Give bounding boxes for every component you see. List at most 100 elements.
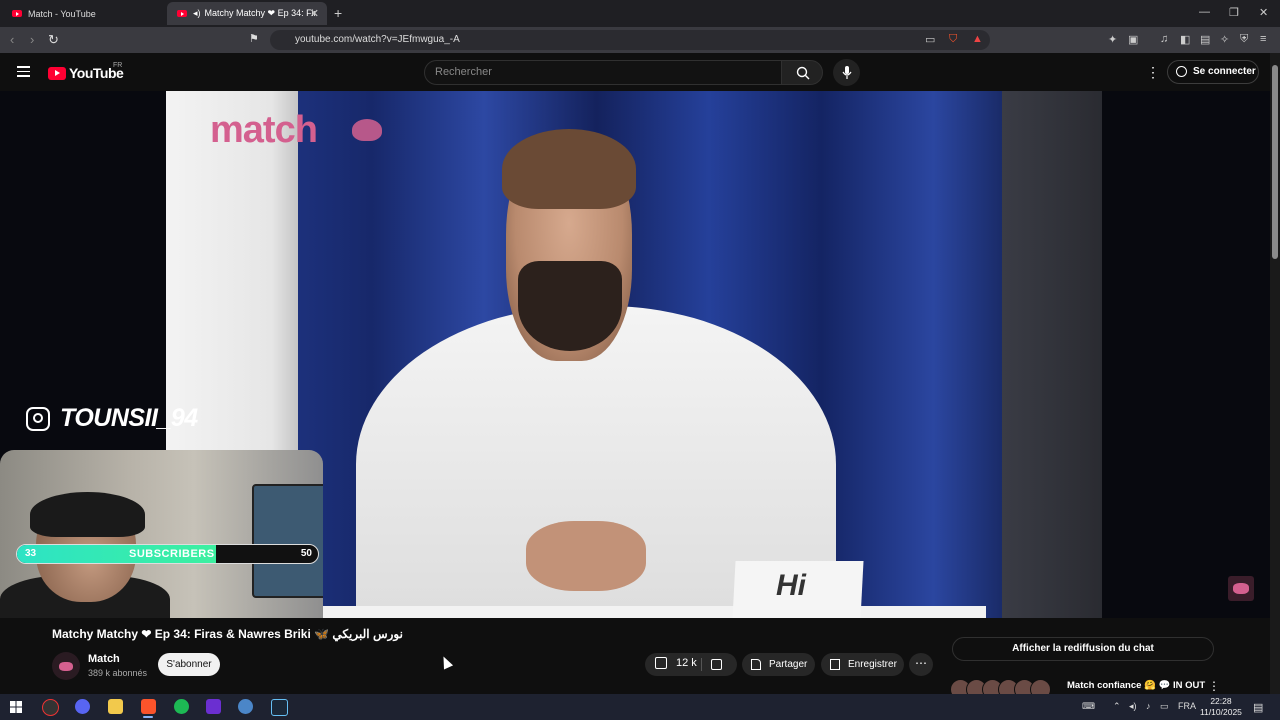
windows-taskbar: ⌨ ⌃ ◂) ♪ ▭ FRA 22:28 11/10/2025 ▤ [0,694,1280,720]
save-label: Enregistrer [848,659,897,670]
youtube-header: YouTube FR Rechercher ⋮ Se connecter [0,53,1270,91]
video-title: Matchy Matchy ❤ Ep 34: Firas & Nawres Br… [52,627,403,641]
instagram-handle: TOUNSII_94 [60,404,198,432]
recommendation-menu-icon[interactable]: ⋮ [1208,679,1220,693]
date: 11/10/2025 [1200,707,1242,717]
browser-toolbar: ‹ › ↻ ⚑ youtube.com/watch?v=JEfmwgua_-A … [0,27,1280,53]
tab-match-youtube[interactable]: Match - YouTube [2,2,162,25]
subscriber-goal-label: SUBSCRIBERS [129,548,215,560]
voice-search-button[interactable] [833,59,860,86]
name-card-text: Hi [776,569,806,602]
subscriber-goal-bar: 33 SUBSCRIBERS 50 [16,544,319,564]
like-count: 12 k [676,657,697,669]
spotify-icon[interactable] [174,699,189,714]
sign-in-button[interactable]: Se connecter [1167,60,1259,84]
tray-expand-icon[interactable]: ⌃ [1113,701,1121,712]
browser-menu-icon[interactable]: ≡ [1260,33,1266,45]
extensions-icon[interactable]: ✦ [1108,33,1117,46]
tab-matchy-matchy[interactable]: ◂) Matchy Matchy ❤ Ep 34: Fir ✕ [167,2,327,25]
brave-shield-icon[interactable]: ⛉ [949,33,957,46]
language-indicator[interactable]: FRA [1178,701,1196,711]
vpn-icon[interactable]: ⛨ [1240,33,1248,46]
back-button[interactable]: ‹ [10,32,14,47]
screenshot-icon[interactable]: ▣ [1128,33,1138,46]
youtube-logo[interactable]: YouTube FR [48,62,124,81]
clock[interactable]: 22:28 11/10/2025 [1200,696,1242,718]
forward-button[interactable]: › [30,32,34,47]
brave-browser-icon[interactable] [141,699,156,714]
channel-avatar[interactable] [52,652,80,680]
person-hair [502,129,636,209]
bookmark-icon [830,659,840,670]
minimize-button[interactable]: — [1199,6,1210,18]
settings-menu-icon[interactable]: ⋮ [1146,64,1160,81]
url-field[interactable]: youtube.com/watch?v=JEfmwgua_-A [270,30,990,50]
search-button[interactable] [781,60,823,85]
more-actions-button[interactable]: ⋯ [909,653,933,676]
person-beard [518,261,622,351]
file-explorer-icon[interactable] [108,699,123,714]
youtube-favicon-icon [12,10,22,17]
mic-tray-icon[interactable]: ♪ [1146,701,1151,711]
search-input[interactable]: Rechercher [424,60,782,85]
media-icon[interactable]: ♫ [1160,33,1168,45]
instagram-icon [26,406,50,431]
keyboard-icon[interactable]: ⌨ [1082,701,1095,712]
thumbs-up-icon [655,657,667,669]
volume-icon[interactable]: ◂) [1129,701,1137,712]
channel-name[interactable]: Match [88,653,120,665]
guide-menu-icon[interactable] [17,66,30,77]
youtube-play-icon [48,66,66,80]
video-player[interactable]: match Hi TOUNSII_94 [0,91,1270,618]
sign-in-label: Se connecter [1193,66,1256,77]
region-code: FR [113,62,123,69]
share-icon [751,659,761,670]
recommendation-title[interactable]: Match confiance 🤗 💬 IN OUT [1067,680,1205,691]
handshake-icon [352,119,382,141]
tab-close-icon[interactable]: ✕ [310,7,319,20]
cast-icon[interactable]: ▭ [925,33,935,46]
page-scrollbar[interactable] [1270,53,1280,694]
save-button[interactable]: Enregistrer [821,653,904,676]
streamer-webcam [0,450,323,618]
scrollbar-thumb[interactable] [1272,65,1278,259]
show-chat-replay-button[interactable]: Afficher la rediffusion du chat [952,637,1214,661]
thumbs-down-icon[interactable] [711,659,722,670]
new-tab-button[interactable]: + [334,5,342,21]
backdrop-dark [1002,91,1102,618]
share-label: Partager [769,659,808,670]
steam-icon[interactable] [271,699,288,716]
like-button[interactable]: 12 k [655,657,697,669]
divider [701,658,702,671]
discord-icon[interactable] [75,699,90,714]
subscribe-button[interactable]: S'abonner [158,653,220,676]
channel-watermark-icon[interactable] [1228,576,1254,601]
brave-rewards-icon[interactable]: ▲ [972,33,983,45]
tab-title: Match - YouTube [28,8,96,19]
reload-button[interactable]: ↻ [48,32,59,48]
windows-start-icon[interactable] [10,701,22,713]
wallet-icon[interactable]: ▤ [1200,33,1210,46]
instagram-overlay: TOUNSII_94 [26,404,198,433]
watch-metadata: Matchy Matchy ❤ Ep 34: Firas & Nawres Br… [0,618,1270,700]
time: 22:28 [1210,696,1232,706]
bookmark-icon[interactable]: ⚑ [249,32,259,45]
active-indicator [143,716,153,718]
table [286,606,986,618]
app-globe-icon[interactable] [238,699,253,714]
search-icon [796,66,810,80]
restore-button[interactable]: ❐ [1229,6,1239,19]
like-dislike-group: 12 k [645,653,737,676]
leo-ai-icon[interactable]: ✧ [1220,33,1229,46]
obs-icon[interactable] [42,699,59,716]
microphone-icon [842,66,852,79]
app-heart-icon[interactable] [206,699,221,714]
notifications-icon[interactable]: ▤ [1253,701,1263,714]
match-brand-logo: match [210,109,318,151]
network-icon[interactable]: ▭ [1160,701,1169,712]
browser-tab-bar: Match - YouTube ◂) Matchy Matchy ❤ Ep 34… [0,0,1280,27]
close-window-button[interactable]: ✕ [1259,6,1268,19]
youtube-favicon-icon [177,10,187,17]
sidebar-icon[interactable]: ◧ [1180,33,1190,46]
share-button[interactable]: Partager [742,653,815,676]
